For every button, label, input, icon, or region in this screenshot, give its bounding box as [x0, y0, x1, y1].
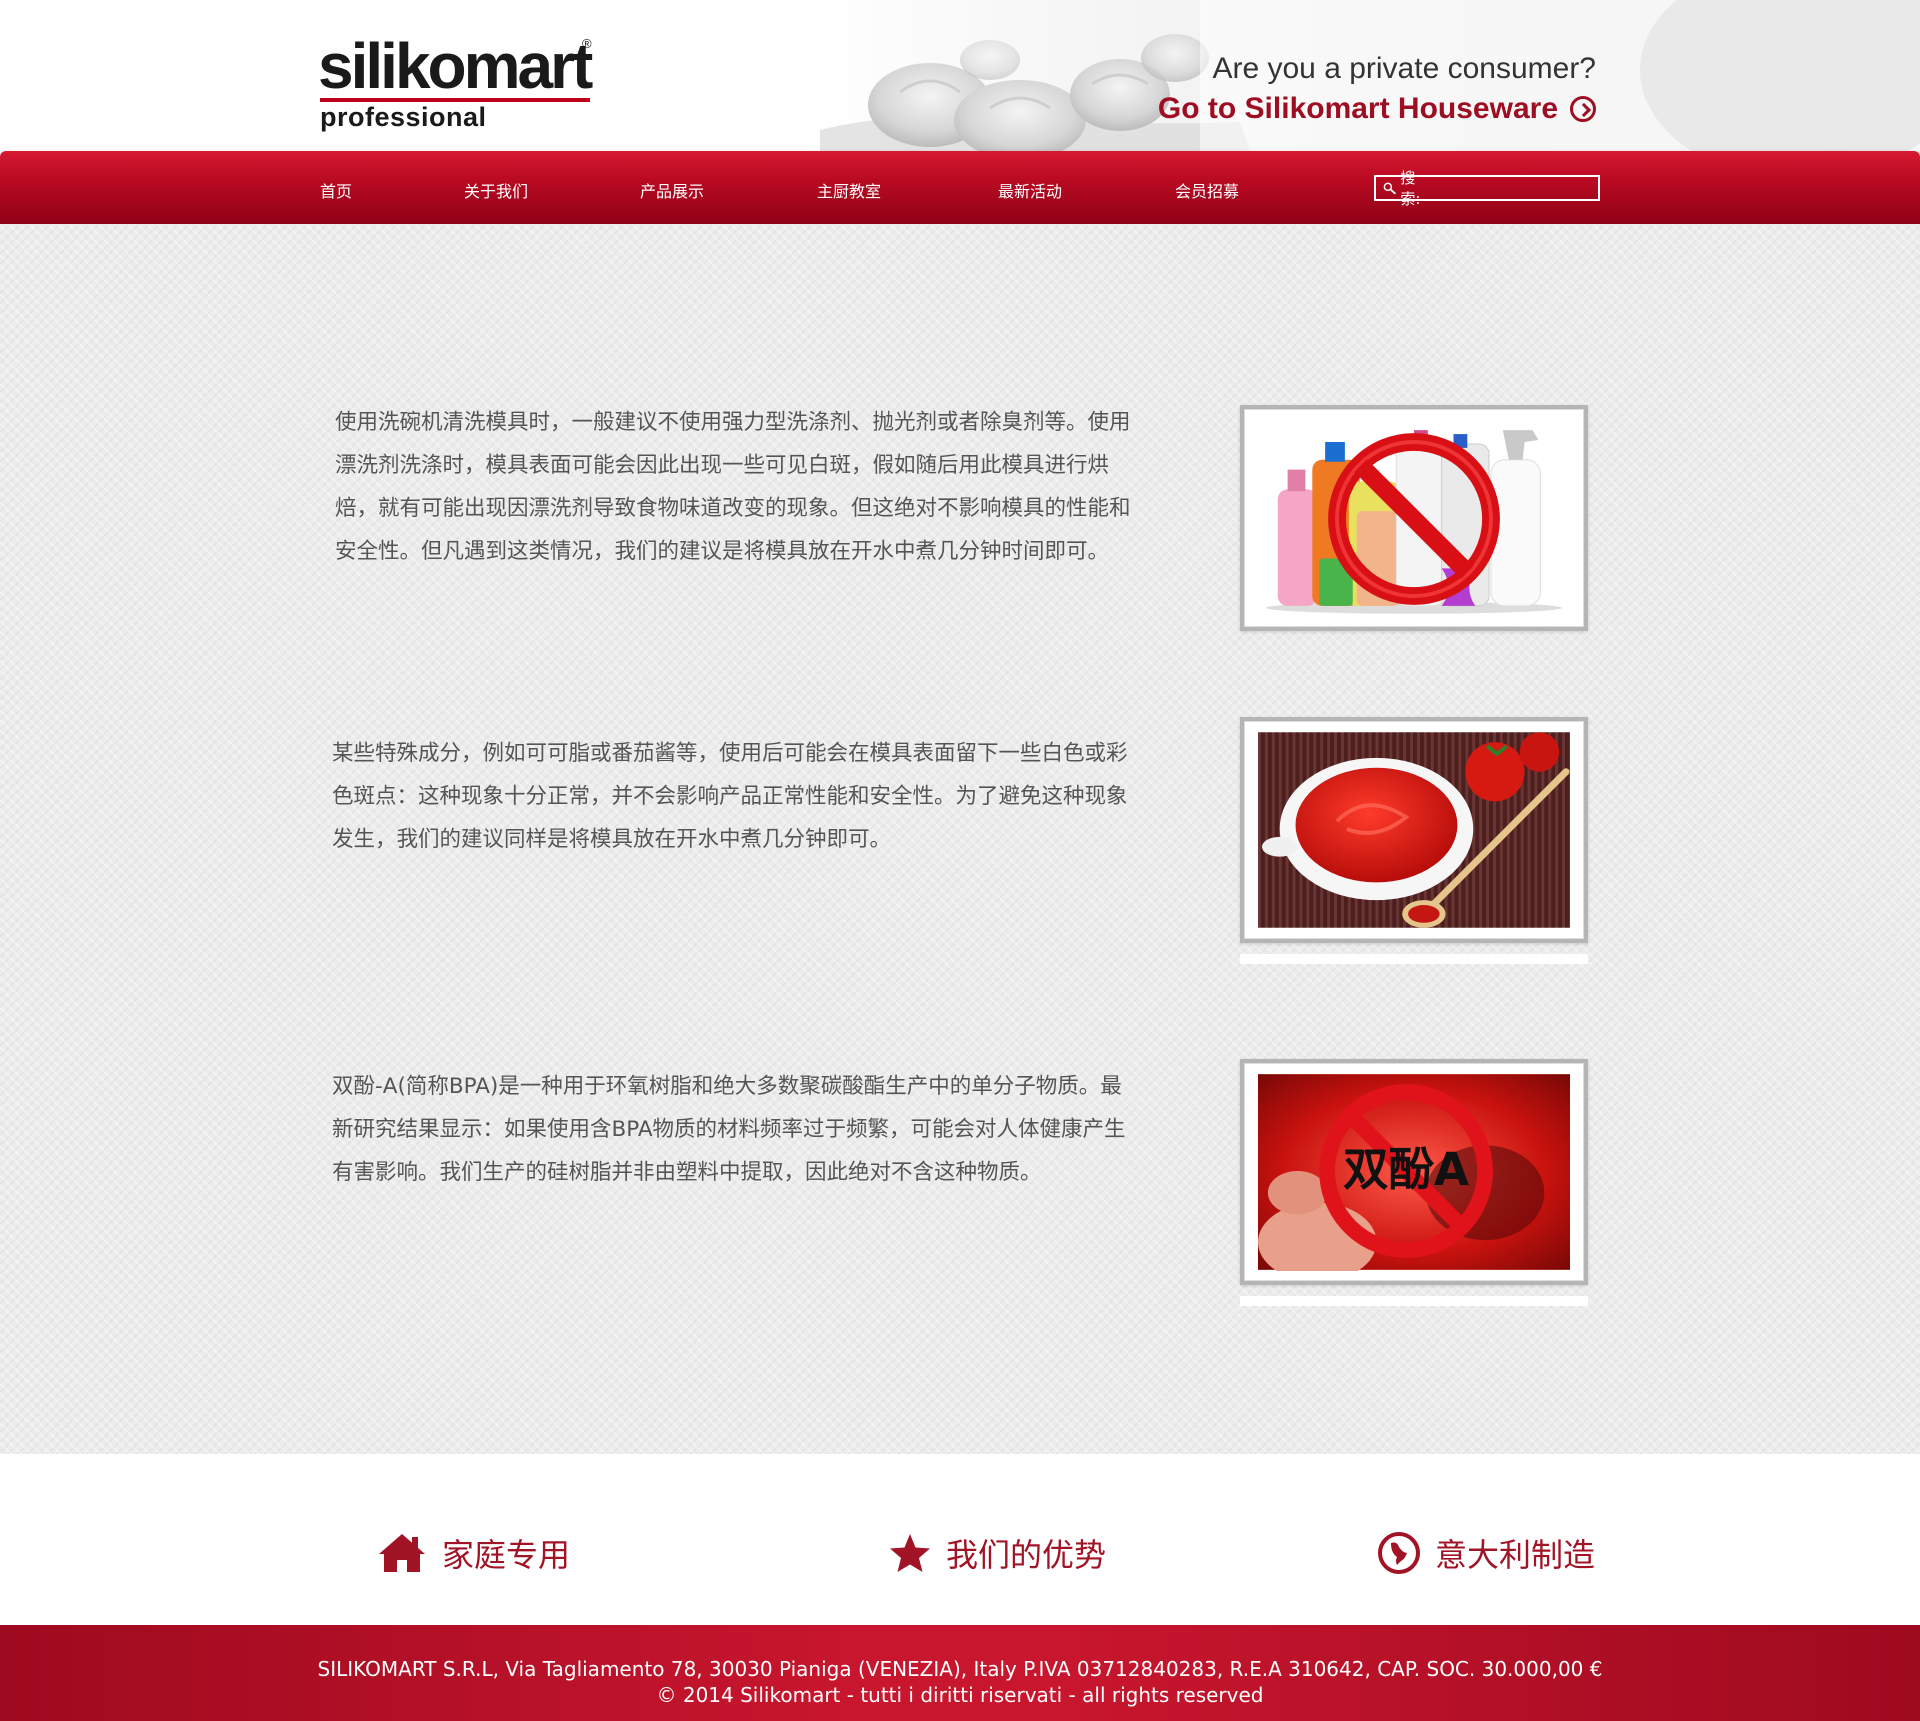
photo-frame-bpa-base — [1240, 1296, 1588, 1306]
nav-item-events[interactable]: 最新活动 — [998, 178, 1062, 202]
circle-arrow-right-icon — [1570, 96, 1596, 122]
star-icon — [890, 1534, 930, 1572]
feature-our-advantages[interactable]: 我们的优势 — [888, 1530, 1106, 1576]
search-label: 搜索: — [1400, 169, 1421, 208]
no-bpa-photo: 双酚A — [1258, 1073, 1570, 1271]
search-box[interactable]: 搜索: — [1374, 169, 1600, 208]
tomato-sauce-photo — [1258, 731, 1570, 929]
page-footer: SILIKOMART S.R.L, Via Tagliamento 78, 30… — [0, 1625, 1920, 1721]
search-icon — [1383, 182, 1396, 195]
feature-home-use-label: 家庭专用 — [442, 1536, 571, 1574]
photo-frame-tomato — [1240, 717, 1588, 943]
nav-item-about[interactable]: 关于我们 — [464, 178, 528, 202]
logo-wordmark: silikomart — [318, 30, 593, 102]
houseware-link[interactable]: Go to Silikomart Houseware — [1158, 92, 1596, 126]
house-icon — [379, 1534, 425, 1572]
feature-made-in-italy[interactable]: 意大利制造 — [1377, 1530, 1595, 1576]
logo-registered-mark: ® — [582, 36, 592, 51]
houseware-link-label: Go to Silikomart Houseware — [1157, 92, 1558, 125]
italy-badge-icon — [1378, 1532, 1420, 1574]
no-detergents-icon — [1258, 419, 1570, 617]
photo-frame-detergent — [1240, 405, 1588, 631]
main-content: 使用洗碗机清洗模具时，一般建议不使用强力型洗涤剂、抛光剂或者除臭剂等。使用漂洗剂… — [0, 224, 1920, 1454]
section-text-bpa: 双酚-A(简称BPA)是一种用于环氧树脂和绝大多数聚碳酸酯生产中的单分子物质。最… — [332, 1074, 1126, 1185]
main-navigation: 首页 关于我们 产品展示 主厨教室 最新活动 会员招募 搜索: — [0, 151, 1920, 224]
photo-frame-bpa: 双酚A — [1240, 1059, 1588, 1285]
footer-copyright: © 2014 Silikomart - tutti i diritti rise… — [656, 1683, 1264, 1707]
nav-item-products[interactable]: 产品展示 — [640, 178, 704, 202]
page-header: silikomart ® professional Are you a priv… — [0, 0, 1920, 151]
feature-home-use[interactable]: 家庭专用 — [376, 1530, 570, 1576]
section-text-detergent: 使用洗碗机清洗模具时，一般建议不使用强力型洗涤剂、抛光剂或者除臭剂等。使用漂洗剂… — [335, 410, 1131, 564]
features-bar: 家庭专用 我们的优势 意大利制造 — [0, 1454, 1920, 1625]
logo-subtitle: professional — [320, 102, 487, 132]
nav-item-chef-class[interactable]: 主厨教室 — [817, 178, 881, 202]
no-bpa-text: 双酚A — [1343, 1143, 1469, 1196]
photo-frame-tomato-base — [1240, 954, 1588, 964]
nav-item-home[interactable]: 首页 — [320, 178, 352, 202]
nav-item-membership[interactable]: 会员招募 — [1175, 178, 1239, 202]
feature-made-in-italy-label: 意大利制造 — [1435, 1536, 1596, 1574]
feature-our-advantages-label: 我们的优势 — [946, 1536, 1107, 1574]
section-text-stains: 某些特殊成分，例如可可脂或番茄酱等，使用后可能会在模具表面留下一些白色或彩色斑点… — [332, 741, 1128, 852]
search-input[interactable] — [1421, 178, 1598, 198]
private-consumer-question: Are you a private consumer? — [1212, 52, 1596, 85]
footer-company-info: SILIKOMART S.R.L, Via Tagliamento 78, 30… — [317, 1657, 1603, 1681]
silikomart-logo[interactable]: silikomart ® professional — [318, 34, 600, 132]
